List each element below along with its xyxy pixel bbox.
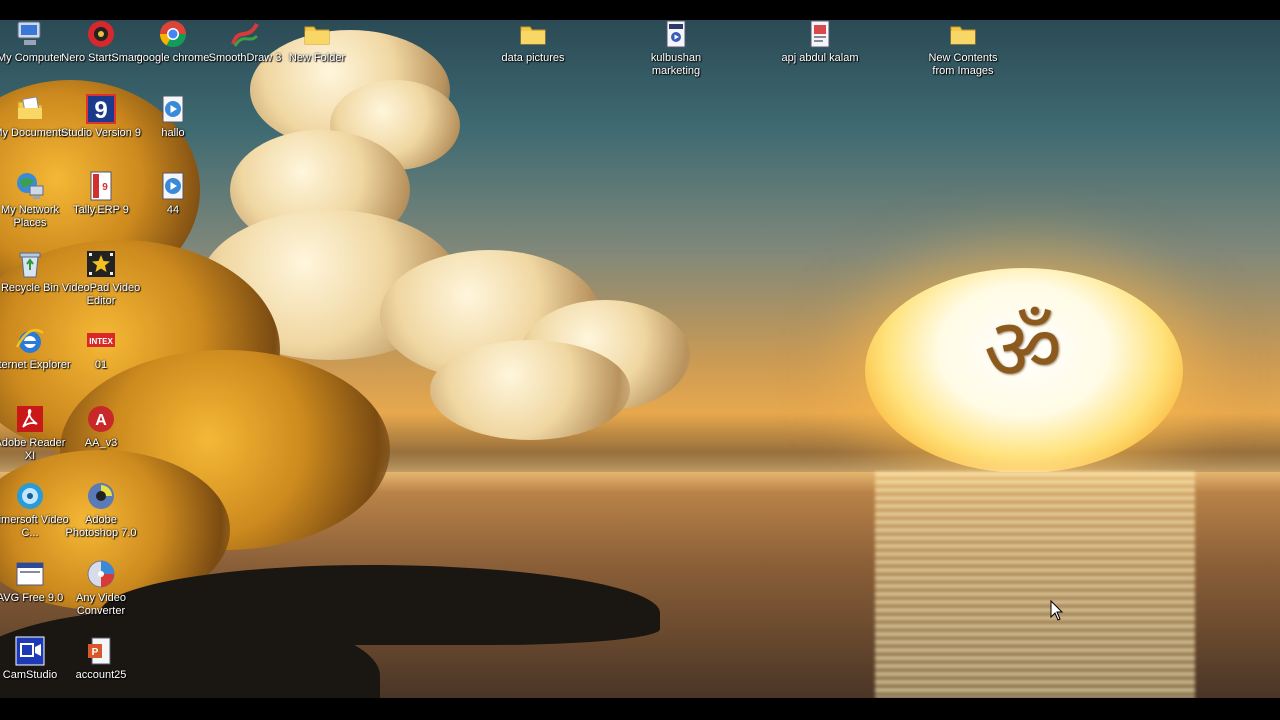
desktop-icon-new-folder[interactable]: New Folder [275, 20, 359, 65]
video-file-icon [660, 20, 692, 50]
icon-label: AVG Free 9.0 [0, 592, 64, 604]
icon-label: My Documents [0, 127, 67, 139]
studio-icon: 9 [85, 93, 117, 125]
media-file-icon [157, 93, 189, 125]
icon-label: 44 [166, 204, 180, 216]
tally-icon: 9 [85, 170, 117, 202]
icon-label: Nero StartSmart [61, 52, 141, 64]
camstudio-icon [14, 635, 46, 667]
aimersoft-icon [14, 480, 46, 512]
smoothdraw-icon [229, 20, 261, 50]
desktop-icon-videopad-video-editor[interactable]: VideoPad Video Editor [59, 248, 143, 307]
svg-text:A: A [95, 412, 107, 429]
intex-badge: INTEX [89, 337, 113, 346]
desktop-icon-new-contents-from-images[interactable]: New Contents from Images [921, 20, 1005, 77]
acrobat-icon [14, 403, 46, 435]
om-symbol: ॐ [983, 300, 1063, 400]
icon-label: apj abdul kalam [781, 52, 859, 64]
network-icon [14, 170, 46, 202]
icon-label: Adobe Photoshop 7.0 [65, 514, 137, 539]
desktop-icon-01[interactable]: INTEX 01 [59, 325, 143, 372]
icon-label: 01 [94, 359, 108, 371]
svg-text:P: P [92, 647, 99, 658]
icon-label: AA_v3 [84, 437, 118, 449]
letterbox-bottom [0, 698, 1280, 720]
recycle-bin-icon [14, 248, 46, 280]
icon-label: hallo [161, 127, 185, 139]
svg-text:9: 9 [94, 97, 107, 124]
letterbox-top [0, 0, 1280, 20]
nero-icon [85, 20, 117, 50]
icon-label: kulbushan marketing [650, 52, 702, 77]
icon-label: Recycle Bin [0, 282, 60, 294]
ie-icon [14, 325, 46, 357]
icon-label: data pictures [501, 52, 565, 64]
folder-icon [517, 20, 549, 50]
documents-folder-icon [14, 93, 46, 125]
icon-label: SmoothDraw 3 [208, 52, 282, 64]
icon-label: New Contents from Images [928, 52, 998, 77]
icon-label: account25 [75, 669, 127, 681]
computer-icon [14, 20, 46, 50]
cloud [430, 340, 630, 440]
folder-icon [947, 20, 979, 50]
chrome-icon [157, 20, 189, 50]
icon-label: VideoPad Video Editor [61, 282, 141, 307]
desktop-icon-data-pictures[interactable]: data pictures [491, 20, 575, 65]
desktop[interactable]: ॐ My Computer Nero StartSmart google chr… [0, 20, 1280, 698]
aa-icon: A [85, 403, 117, 435]
desktop-icon-hallo[interactable]: hallo [131, 93, 215, 140]
folder-icon [301, 20, 333, 50]
icon-label: Any Video Converter [76, 592, 126, 617]
media-file-icon [157, 170, 189, 202]
powerpoint-icon: P [85, 635, 117, 667]
icon-label: Studio Version 9 [60, 127, 142, 139]
intex-icon: INTEX [85, 325, 117, 357]
desktop-icon-adobe-photoshop[interactable]: Adobe Photoshop 7.0 [59, 480, 143, 539]
icon-label: Tally.ERP 9 [73, 204, 129, 216]
sun-reflection [875, 472, 1195, 698]
mouse-cursor-icon [1050, 599, 1064, 627]
desktop-icon-aa-v3[interactable]: A AA_v3 [59, 403, 143, 450]
icon-label: My Computer [0, 52, 64, 64]
desktop-icon-apj-abdul-kalam[interactable]: apj abdul kalam [778, 20, 862, 65]
document-shortcut-icon [804, 20, 836, 50]
desktop-icon-kulbushan-marketing[interactable]: kulbushan marketing [634, 20, 718, 77]
avg-icon [14, 558, 46, 590]
desktop-icon-44[interactable]: 44 [131, 170, 215, 217]
photoshop-icon [85, 480, 117, 512]
videopad-icon [85, 248, 117, 280]
svg-text:9: 9 [102, 182, 108, 193]
converter-icon [85, 558, 117, 590]
desktop-icon-any-video-converter[interactable]: Any Video Converter [59, 558, 143, 617]
desktop-icon-account25[interactable]: P account25 [59, 635, 143, 682]
icon-label: google chrome [136, 52, 210, 64]
icon-label: New Folder [288, 52, 346, 64]
icon-label: CamStudio [2, 669, 58, 681]
